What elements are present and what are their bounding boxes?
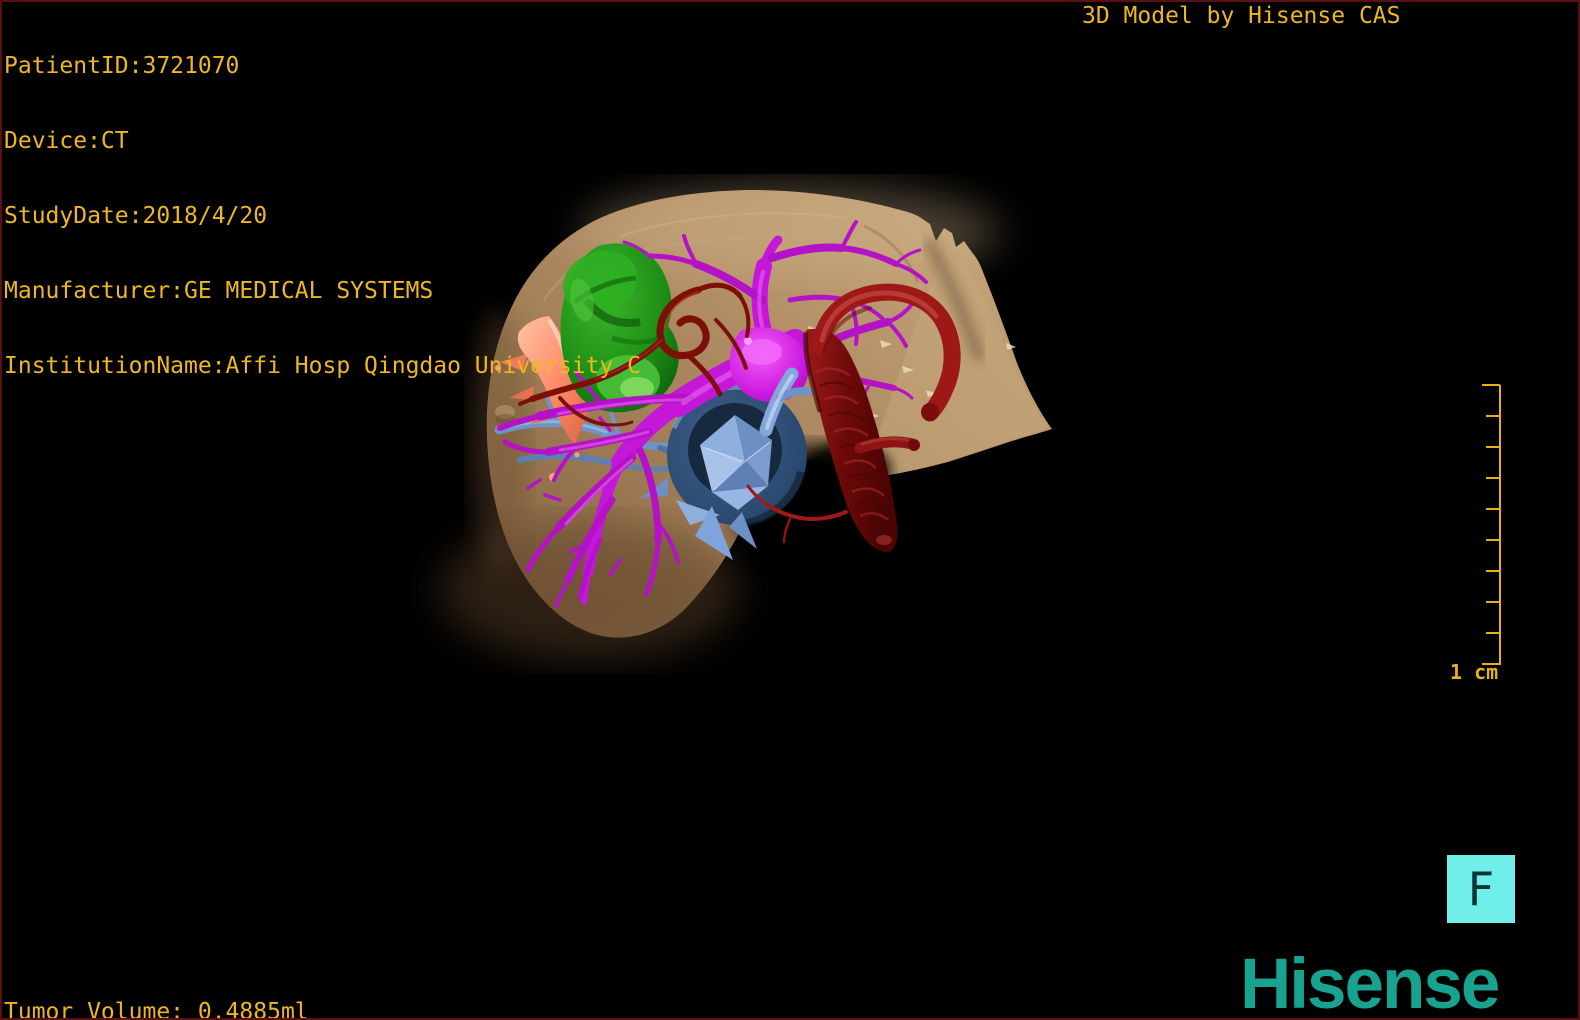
scale-bar bbox=[1482, 384, 1501, 665]
medical-3d-viewer: PatientID:3721070 Device:CT StudyDate:20… bbox=[0, 0, 1580, 1020]
orientation-marker[interactable]: F bbox=[1447, 855, 1515, 923]
brand-logo: Hisense bbox=[1240, 945, 1500, 1020]
patient-id-text: PatientID:3721070 bbox=[4, 53, 240, 79]
scale-bar-label: 1 cm bbox=[1450, 660, 1499, 684]
patient-info: PatientID:3721070 Device:CT StudyDate:20… bbox=[4, 4, 641, 429]
tumor-volume-text: Tumor Volume: 0.4885ml bbox=[4, 999, 309, 1020]
device-text: Device:CT bbox=[4, 128, 129, 154]
institution-text: InstitutionName:Affi Hosp Qingdao Univer… bbox=[4, 353, 641, 379]
volume-measurements: Tumor Volume: 0.4885ml Liver Volume: 811… bbox=[4, 950, 309, 1020]
watermark-text: 3D Model by Hisense CAS bbox=[1082, 3, 1401, 29]
manufacturer-text: Manufacturer:GE MEDICAL SYSTEMS bbox=[4, 278, 434, 304]
study-date-text: StudyDate:2018/4/20 bbox=[4, 203, 268, 229]
